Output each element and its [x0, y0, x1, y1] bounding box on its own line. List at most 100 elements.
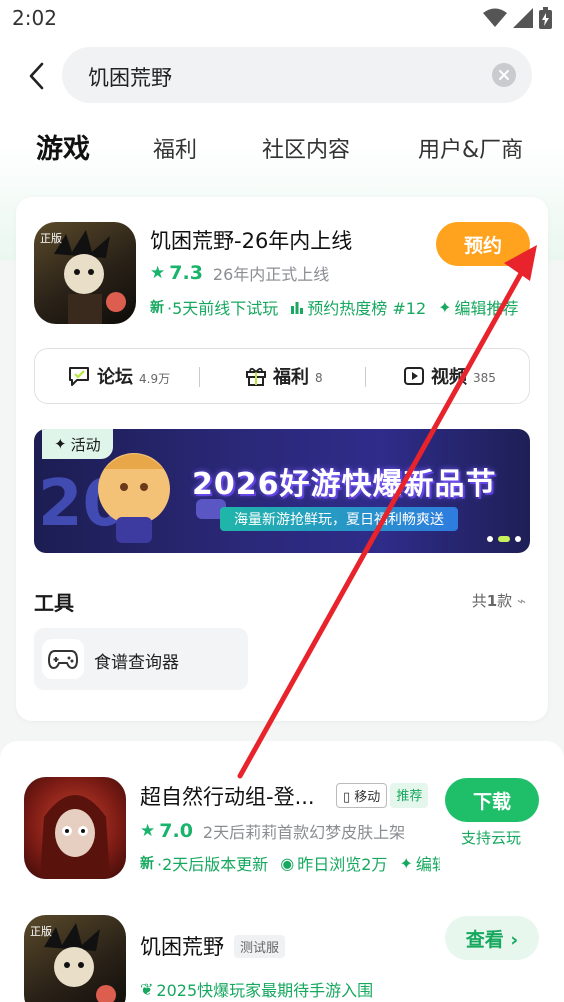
- reserve-button[interactable]: 预约: [436, 222, 530, 266]
- game-tags: ❦ 2025快爆玩家最期待手游入围: [140, 977, 440, 1001]
- tag-editor-pick: ✦编辑推荐: [438, 295, 518, 319]
- tools-section-title: 工具: [30, 585, 74, 616]
- tag-award: ❦ 2025快爆玩家最期待手游入围: [140, 977, 373, 1001]
- game-description: 2天后莉莉首款幻梦皮肤上架: [202, 823, 406, 842]
- search-input[interactable]: 饥困荒野: [88, 62, 172, 92]
- view-button[interactable]: 查看 ›: [445, 916, 539, 960]
- license-badge: 正版: [30, 925, 52, 938]
- main-game-card: 正版 饥困荒野-26年内上线 ★ 7.3 26年内正式上线 新 ·5天前线下试玩 …: [16, 197, 548, 721]
- chat-icon: [69, 367, 89, 386]
- banner-title: 2026好游快爆新品节: [192, 467, 497, 502]
- tag-text: 昨日浏览2万: [297, 855, 388, 874]
- video-count: 385: [473, 371, 496, 385]
- count-suffix: 款: [497, 592, 513, 610]
- download-button[interactable]: 下载: [445, 778, 539, 822]
- count-value: 1: [486, 592, 498, 610]
- tab-label: 社区内容: [262, 138, 351, 163]
- event-banner[interactable]: 20 ✦ 活动 2026好游快爆新品节 海量新游抢鲜玩，夏日福利畅爽送: [34, 429, 530, 553]
- tag-text: 2025快爆玩家最期待手游入围: [156, 981, 374, 1000]
- game-icon[interactable]: 正版: [34, 222, 136, 324]
- signal-icon: [513, 8, 533, 28]
- status-bar: 2:02: [0, 0, 564, 38]
- search-bar[interactable]: 饥困荒野: [62, 47, 532, 103]
- status-time: 2:02: [12, 6, 57, 30]
- game-rating: ★ 7.3 26年内正式上线: [150, 261, 329, 285]
- sparkle-icon: ✦: [438, 297, 452, 317]
- tag-views: ◉ 昨日浏览2万: [280, 851, 387, 875]
- event-badge: ✦ 活动: [42, 429, 113, 459]
- tag-text: 编辑推荐: [415, 855, 440, 874]
- game-icon[interactable]: 正版: [24, 915, 126, 1002]
- character-art-icon: [40, 795, 110, 879]
- release-info: 26年内正式上线: [212, 265, 330, 284]
- game-title[interactable]: 饥困荒野-26年内上线: [150, 225, 352, 255]
- phone-icon: ▯: [343, 790, 351, 805]
- forum-label: 论坛: [97, 367, 133, 388]
- tab-welfare[interactable]: 福利: [153, 132, 197, 164]
- tab-label: 游戏: [36, 134, 90, 165]
- status-icons: [483, 7, 552, 29]
- tab-users-vendors[interactable]: 用户&厂商: [418, 132, 523, 164]
- video-label: 视频: [431, 367, 467, 388]
- tag-text: ·5天前线下试玩: [167, 299, 279, 318]
- star-icon: ★: [140, 821, 156, 841]
- tab-community[interactable]: 社区内容: [262, 132, 350, 164]
- forum-count: 4.9万: [139, 371, 171, 386]
- battery-icon: [539, 7, 552, 29]
- game-tags: 新 ·5天前线下试玩 预约热度榜 #12 ✦ 编辑推荐: [150, 295, 530, 319]
- new-badge: 新: [140, 856, 154, 872]
- sparkle-icon: ✦: [54, 435, 67, 453]
- wifi-icon: [483, 8, 507, 27]
- chevron-left-icon: [29, 62, 44, 90]
- rating-score: 7.3: [169, 262, 203, 284]
- tag-text: ·2天后版本更新: [157, 855, 269, 874]
- quick-links: 论坛 4.9万 福利 8 视频 385: [34, 348, 530, 404]
- tab-label: 用户&厂商: [418, 138, 524, 163]
- cloud-play-link[interactable]: 支持云玩: [461, 827, 521, 848]
- rating-score: 7.0: [159, 820, 193, 842]
- recommend-chip: 推荐: [390, 783, 429, 808]
- tag-trial: 新 ·5天前线下试玩: [150, 295, 278, 319]
- tab-games[interactable]: 游戏: [36, 127, 90, 168]
- tag-update: 新 ·2天后版本更新: [140, 851, 268, 875]
- count-prefix: 共: [471, 592, 487, 610]
- forum-link[interactable]: 论坛 4.9万: [67, 363, 170, 389]
- video-icon: [404, 367, 424, 385]
- tool-item-recipe[interactable]: 食谱查询器: [34, 628, 248, 690]
- welfare-count: 8: [315, 371, 323, 385]
- back-button[interactable]: [22, 58, 50, 94]
- tools-count[interactable]: 共1款 ⌁: [472, 590, 526, 611]
- close-icon: [499, 70, 509, 80]
- welfare-link[interactable]: 福利 8: [245, 363, 323, 389]
- sparkle-icon: ✦: [399, 853, 413, 873]
- game-icon[interactable]: [24, 777, 126, 879]
- test-server-chip: 测试服: [234, 935, 286, 958]
- game-chips: ▯ 移动 推荐: [336, 783, 429, 808]
- tools-title-label: 工具: [34, 591, 74, 615]
- laurel-icon: ❦: [140, 979, 154, 999]
- star-icon: ★: [150, 263, 166, 283]
- eye-icon: ◉: [280, 853, 295, 873]
- tool-label: 食谱查询器: [94, 653, 179, 673]
- license-badge: 正版: [40, 232, 62, 245]
- game-title[interactable]: 饥困荒野: [140, 931, 224, 961]
- divider: [199, 367, 200, 387]
- video-link[interactable]: 视频 385: [403, 363, 496, 389]
- new-badge: 新: [150, 300, 164, 316]
- welfare-label: 福利: [273, 367, 309, 388]
- banner-subtitle: 海量新游抢鲜玩，夏日福利畅爽送: [220, 507, 458, 531]
- category-tabs: 游戏 福利 社区内容 用户&厂商: [0, 126, 564, 176]
- tag-text: 预约热度榜 #12: [307, 299, 427, 318]
- clear-search-button[interactable]: [492, 63, 516, 87]
- tag-text: 编辑推荐: [454, 299, 519, 318]
- platform-label: 移动: [354, 790, 381, 805]
- gamepad-icon: [42, 639, 84, 679]
- gift-icon: [246, 367, 266, 386]
- platform-chip: ▯ 移动: [336, 783, 388, 808]
- event-badge-label: 活动: [70, 435, 101, 454]
- bar-chart-icon: [291, 302, 304, 314]
- tag-hot-rank: 预约热度榜 #12: [290, 295, 426, 319]
- game-tags: 新·2天后版本更新 ◉昨日浏览2万 ✦编辑推荐: [140, 851, 440, 875]
- divider: [365, 367, 366, 387]
- game-title[interactable]: 超自然行动组-登...: [140, 781, 315, 811]
